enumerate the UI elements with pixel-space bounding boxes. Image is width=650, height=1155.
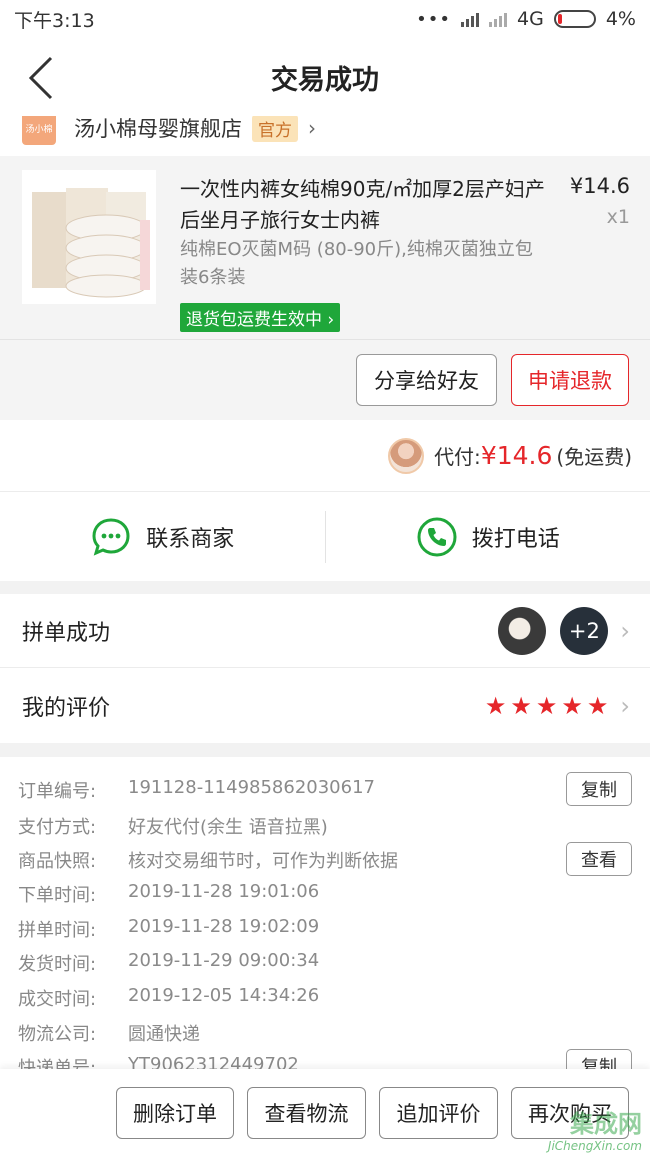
info-row-order-time: 下单时间: 2019-11-28 19:01:06 [18,881,319,907]
return-shipping-tag[interactable]: 退货包运费生效中 › [180,303,341,332]
contact-merchant-button[interactable]: 联系商家 [0,493,325,581]
info-key: 快递单号: [18,1058,97,1069]
contact-merchant-label: 联系商家 [146,527,235,552]
product-image-drawing [22,170,156,304]
my-review-row[interactable]: 我的评价 ★ ★ ★ ★ ★ › [0,669,650,743]
back-arrow-icon [28,56,53,100]
product-image[interactable] [22,170,156,304]
battery-percent: 4% [605,8,636,30]
info-value: YT9062312449702 [128,1054,299,1069]
info-row-order-number: 订单编号: 191128-114985862030617 [18,777,375,803]
watermark-url: JiChengXin.com [547,1139,642,1153]
group-more-members: +2 [560,606,609,655]
store-name: 汤小棉母婴旗舰店 [74,117,242,141]
signal-2-icon [489,11,508,27]
group-success-label: 拼单成功 [22,620,111,646]
nav-bar: 交易成功 [0,38,650,116]
status-time: 下午3:13 [14,9,95,32]
store-logo: 汤小棉 [22,111,56,145]
payment-amount: ¥14.6 [480,441,553,470]
status-bar: 下午3:13 ••• 4G 4% [0,0,650,38]
back-button[interactable] [16,48,66,108]
review-stars: ★ ★ ★ ★ ★ [485,692,609,720]
section-gap [0,743,650,757]
group-success-row[interactable]: 拼单成功 +2 › [0,594,650,668]
info-key: 物流公司: [18,1024,97,1045]
return-tag-label: 退货包运费生效中 [186,310,322,330]
payment-label: 代付: [434,445,481,469]
my-review-label: 我的评价 [22,696,111,721]
battery-icon [553,10,596,28]
info-value: 圆通快递 [128,1024,200,1045]
phone-icon [417,517,457,557]
delete-order-button[interactable]: 删除订单 [116,1087,234,1139]
info-key: 成交时间: [18,989,97,1010]
info-row-deal-time: 成交时间: 2019-12-05 14:34:26 [18,985,319,1011]
info-row-tracking: 快递单号: YT9062312449702 [18,1054,299,1069]
info-key: 订单编号: [18,781,97,802]
info-value: 191128-114985862030617 [128,777,375,798]
add-review-button[interactable]: 追加评价 [379,1087,498,1139]
signal-icon [461,11,480,27]
refund-button[interactable]: 申请退款 [511,354,629,406]
chevron-right-icon: › [620,692,630,720]
view-snapshot-button[interactable]: 查看 [566,842,632,876]
info-key: 发货时间: [18,954,97,975]
watermark: 集成网 JiChengXin.com [548,1104,642,1153]
payment-row: 代付: ¥14.6 (免运费) [0,420,650,492]
product-price: ¥14.6 [569,174,630,198]
product-spec: 纯棉EO灭菌M码 (80-90斤),纯棉灭菌独立包装6条装 [180,239,533,288]
info-value: 2019-11-28 19:01:06 [128,881,320,902]
star-icon: ★ [510,692,532,720]
share-button[interactable]: 分享给好友 [356,354,497,406]
chevron-right-icon: › [308,116,316,140]
group-member-avatar [498,606,547,655]
info-key: 支付方式: [18,817,97,838]
info-row-payment-method: 支付方式: 好友代付(余生 语音拉黑) [18,813,328,839]
order-info: 订单编号: 191128-114985862030617 复制 支付方式: 好友… [0,757,650,1069]
info-key: 下单时间: [18,885,97,906]
info-row-carrier: 物流公司: 圆通快递 [18,1020,200,1046]
info-row-ship-time: 发货时间: 2019-11-29 09:00:34 [18,950,319,976]
call-phone-label: 拨打电话 [471,527,560,552]
call-phone-button[interactable]: 拨打电话 [326,493,650,581]
bottom-action-bar: 删除订单 查看物流 追加评价 再次购买 集成网 JiChengXin.com [0,1069,650,1155]
watermark-logo: 集成网 [570,1110,642,1138]
divider [0,339,650,340]
info-value: 2019-12-05 14:34:26 [128,985,320,1006]
info-value: 核对交易细节时，可作为判断依据 [128,851,398,872]
chevron-right-icon: › [322,310,335,330]
contact-row: 联系商家 拨打电话 [0,493,650,581]
payer-avatar [388,437,425,474]
product-card[interactable]: 一次性内裤女纯棉90克/㎡加厚2层产妇产后坐月子旅行女士内裤 纯棉EO灭菌M码 … [0,156,650,420]
official-badge: 官方 [252,114,298,142]
chat-bubble-icon [92,518,130,556]
shipping-note: (免运费) [556,445,632,469]
network-type: 4G [517,8,544,30]
chevron-right-icon: › [620,616,630,645]
info-key: 商品快照: [18,851,97,872]
dots-icon: ••• [416,8,452,30]
view-logistics-button[interactable]: 查看物流 [247,1087,366,1139]
info-value: 2019-11-29 09:00:34 [128,950,320,971]
info-row-snapshot: 商品快照: 核对交易细节时，可作为判断依据 [18,847,398,873]
info-row-group-time: 拼单时间: 2019-11-28 19:02:09 [18,916,319,942]
star-icon: ★ [535,692,558,720]
copy-order-number-button[interactable]: 复制 [566,772,632,806]
copy-tracking-button[interactable]: 复制 [566,1049,632,1069]
star-icon: ★ [586,692,609,720]
info-value: 2019-11-28 19:02:09 [128,916,320,937]
product-qty: x1 [606,206,630,228]
info-key: 拼单时间: [18,920,97,941]
star-icon: ★ [484,692,507,720]
info-value: 好友代付(余生 语音拉黑) [128,817,328,838]
page-title: 交易成功 [271,64,379,96]
star-icon: ★ [561,692,583,720]
section-gap [0,581,650,594]
product-title: 一次性内裤女纯棉90克/㎡加厚2层产妇产后坐月子旅行女士内裤 [180,177,545,232]
